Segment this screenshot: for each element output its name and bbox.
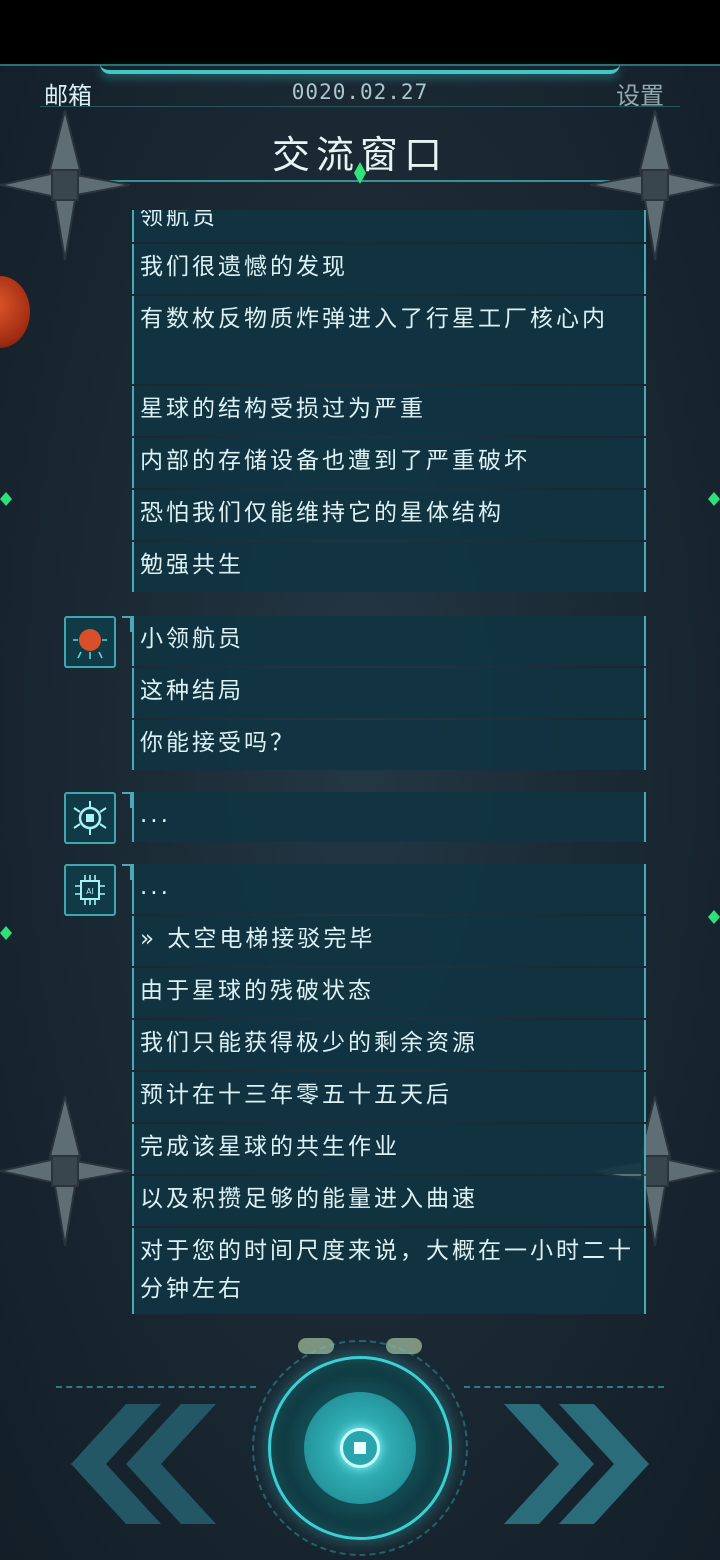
message-text: 预计在十三年零五十五天后: [140, 1082, 452, 1108]
chat-message: 有数枚反物质炸弹进入了行星工厂核心内: [132, 296, 646, 384]
planet-core-avatar[interactable]: [64, 616, 116, 668]
message-text: 由于星球的残破状态: [140, 978, 374, 1004]
svg-text:AI: AI: [86, 887, 94, 896]
header-divider: [40, 106, 680, 107]
chip-bug-icon: [73, 801, 107, 835]
chat-message: 由于星球的残破状态: [132, 968, 646, 1018]
chat-message: 对于您的时间尺度来说，大概在一小时二十分钟左右: [132, 1228, 646, 1314]
message-text: 我们很遗憾的发现: [140, 254, 348, 280]
message-text: ...: [140, 874, 171, 900]
game-date: 0020.02.27: [291, 80, 429, 104]
message-text: » 太空电梯接驳完毕: [140, 926, 376, 952]
message-text: 内部的存储设备也遭到了严重破坏: [140, 448, 530, 474]
center-button-dot: [354, 1442, 366, 1454]
message-text: 以及积攒足够的能量进入曲速: [140, 1186, 478, 1212]
bubble-tab: [122, 616, 132, 632]
chat-message: » 太空电梯接驳完毕: [132, 916, 646, 966]
message-text: 完成该星球的共生作业: [140, 1134, 400, 1160]
chat-message: 这种结局: [132, 668, 646, 718]
chat-message: ...: [132, 792, 646, 842]
status-bar-area: [0, 0, 720, 64]
chat-log[interactable]: 领航员 我们很遗憾的发现 有数枚反物质炸弹进入了行星工厂核心内 星球的结构受损过…: [0, 210, 720, 1320]
message-text: ...: [140, 802, 171, 828]
chat-message: ...: [132, 864, 646, 914]
message-text: 星球的结构受损过为严重: [140, 396, 426, 422]
dashed-divider: [464, 1386, 664, 1388]
message-text: 领航员: [140, 210, 218, 230]
chat-message: 你能接受吗？: [132, 720, 646, 770]
message-text: 小领航员: [140, 626, 244, 652]
message-text: 恐怕我们仅能维持它的星体结构: [140, 500, 504, 526]
message-text: 勉强共生: [140, 552, 244, 578]
chat-message: 我们很遗憾的发现: [132, 244, 646, 294]
message-text: 我们只能获得极少的剩余资源: [140, 1030, 478, 1056]
ai-chip-avatar[interactable]: AI: [64, 864, 116, 916]
chat-message: 完成该星球的共生作业: [132, 1124, 646, 1174]
chat-message: 我们只能获得极少的剩余资源: [132, 1020, 646, 1070]
chat-message: 内部的存储设备也遭到了严重破坏: [132, 438, 646, 488]
chat-message: 预计在十三年零五十五天后: [132, 1072, 646, 1122]
ai-chip-icon: AI: [75, 875, 105, 905]
top-glow-decoration: [100, 64, 620, 74]
chat-message: 恐怕我们仅能维持它的星体结构: [132, 490, 646, 540]
double-chevron-right-icon: [504, 1404, 649, 1524]
chat-message: 勉强共生: [132, 542, 646, 592]
previous-button[interactable]: [66, 1404, 216, 1524]
dashed-divider: [56, 1386, 256, 1388]
message-text: 有数枚反物质炸弹进入了行星工厂核心内: [140, 306, 608, 332]
next-button[interactable]: [504, 1404, 654, 1524]
chip-bug-avatar[interactable]: [64, 792, 116, 844]
message-text: 这种结局: [140, 678, 244, 704]
message-text: 你能接受吗？: [140, 730, 296, 756]
chat-message: 小领航员: [132, 616, 646, 666]
bubble-tab: [122, 792, 132, 808]
double-chevron-left-icon: [71, 1404, 216, 1524]
message-text: 对于您的时间尺度来说，大概在一小时二十分钟左右: [140, 1238, 634, 1302]
chat-message: 领航员: [132, 210, 646, 242]
chat-message: 星球的结构受损过为严重: [132, 386, 646, 436]
chat-message: 以及积攒足够的能量进入曲速: [132, 1176, 646, 1226]
bubble-tab: [122, 864, 132, 880]
planet-core-icon: [73, 629, 107, 659]
